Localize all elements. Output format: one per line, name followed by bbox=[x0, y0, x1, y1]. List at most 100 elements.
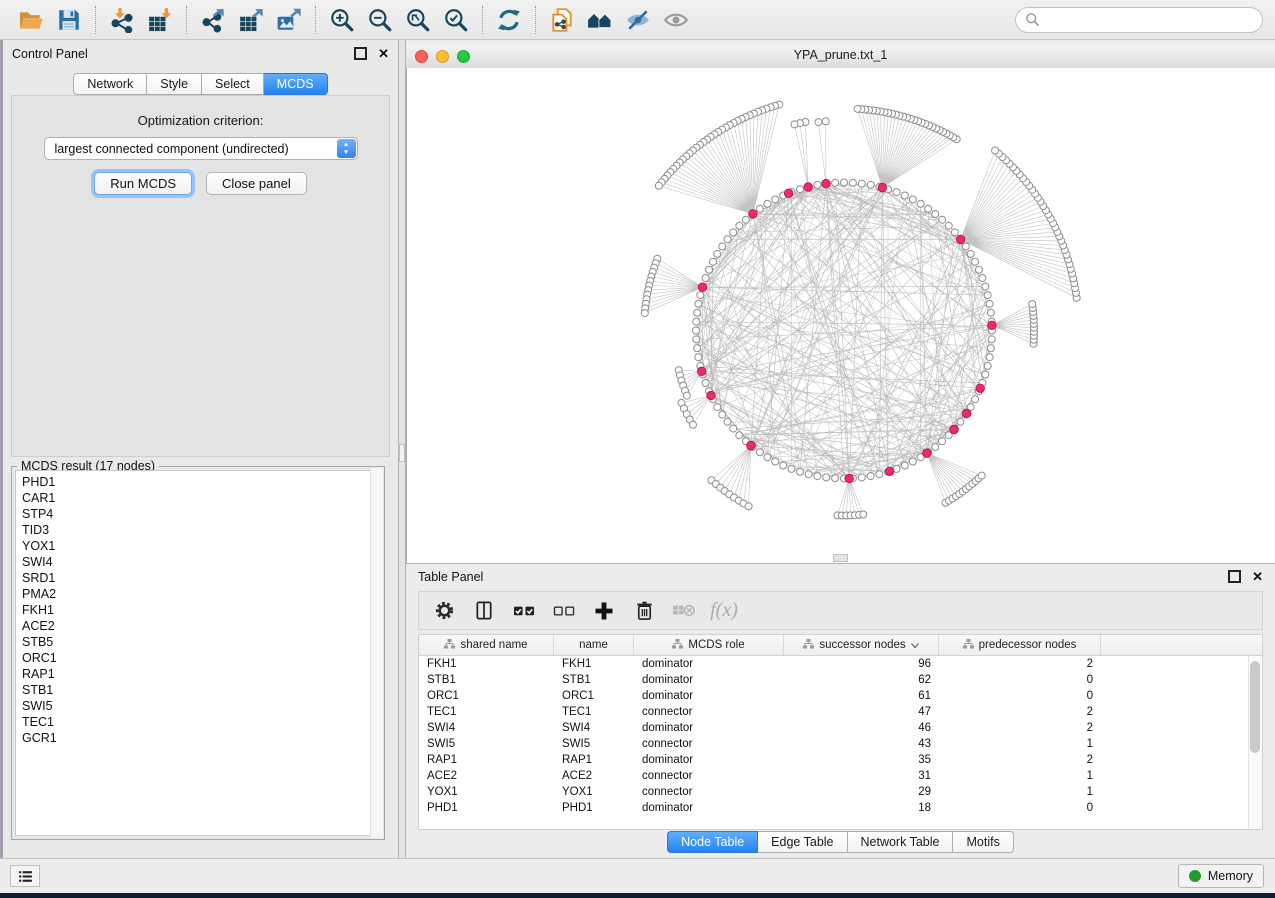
splitter-handle[interactable] bbox=[399, 444, 405, 462]
cell-mcds_role[interactable]: dominator bbox=[634, 674, 784, 686]
result-node-item[interactable]: GCR1 bbox=[22, 730, 380, 746]
first-neighbors-icon[interactable] bbox=[581, 4, 619, 36]
result-node-item[interactable]: FKH1 bbox=[22, 602, 380, 618]
cell-successor_nodes[interactable]: 46 bbox=[784, 722, 939, 734]
cell-name[interactable]: SWI5 bbox=[554, 738, 634, 750]
column-header-successor-nodes[interactable]: successor nodes bbox=[784, 635, 939, 655]
close-panel-icon[interactable]: ✕ bbox=[378, 47, 389, 60]
result-node-item[interactable]: PHD1 bbox=[22, 474, 380, 490]
close-panel-button[interactable]: Close panel bbox=[206, 172, 307, 195]
table-row-SWI5[interactable]: SWI5SWI5connector431 bbox=[419, 736, 1262, 752]
cell-name[interactable]: ACE2 bbox=[554, 770, 634, 782]
task-history-button[interactable] bbox=[10, 865, 40, 887]
vertical-splitter[interactable] bbox=[398, 40, 406, 858]
cell-mcds_role[interactable]: dominator bbox=[634, 690, 784, 702]
run-mcds-button[interactable]: Run MCDS bbox=[94, 172, 192, 195]
open-file-icon[interactable] bbox=[12, 4, 50, 36]
cell-name[interactable]: YOX1 bbox=[554, 786, 634, 798]
canvas-splitter-handle[interactable] bbox=[833, 554, 848, 562]
add-row-icon[interactable] bbox=[589, 596, 619, 626]
memory-button[interactable]: Memory bbox=[1178, 864, 1264, 888]
table-row-RAP1[interactable]: RAP1RAP1dominator352 bbox=[419, 752, 1262, 768]
zoom-out-icon[interactable] bbox=[361, 4, 399, 36]
cell-successor_nodes[interactable]: 62 bbox=[784, 674, 939, 686]
zoom-fit-icon[interactable] bbox=[399, 4, 437, 36]
table-row-SWI4[interactable]: SWI4SWI4dominator462 bbox=[419, 720, 1262, 736]
cell-mcds_role[interactable]: connector bbox=[634, 770, 784, 782]
zoom-selected-icon[interactable] bbox=[437, 4, 475, 36]
table-scrollbar[interactable] bbox=[1248, 656, 1262, 829]
refresh-view-icon[interactable] bbox=[490, 4, 528, 36]
cell-predecessor_nodes[interactable]: 0 bbox=[939, 802, 1101, 814]
cell-mcds_role[interactable]: dominator bbox=[634, 658, 784, 670]
result-node-item[interactable]: TEC1 bbox=[22, 714, 380, 730]
result-node-item[interactable]: RAP1 bbox=[22, 666, 380, 682]
search-box[interactable] bbox=[1015, 7, 1263, 33]
cell-predecessor_nodes[interactable]: 1 bbox=[939, 786, 1101, 798]
toggle-column-icon[interactable] bbox=[469, 596, 499, 626]
column-header-predecessor-nodes[interactable]: predecessor nodes bbox=[939, 635, 1101, 655]
cell-name[interactable]: ORC1 bbox=[554, 690, 634, 702]
cell-successor_nodes[interactable]: 29 bbox=[784, 786, 939, 798]
cell-name[interactable]: FKH1 bbox=[554, 658, 634, 670]
float-panel-icon[interactable] bbox=[354, 47, 367, 60]
cell-predecessor_nodes[interactable]: 1 bbox=[939, 738, 1101, 750]
result-node-item[interactable]: STB1 bbox=[22, 682, 380, 698]
cell-shared_name[interactable]: ACE2 bbox=[419, 770, 554, 782]
show-all-icon[interactable] bbox=[657, 4, 695, 36]
cell-shared_name[interactable]: YOX1 bbox=[419, 786, 554, 798]
cell-shared_name[interactable]: SWI5 bbox=[419, 738, 554, 750]
select-all-icon[interactable] bbox=[509, 596, 539, 626]
cell-name[interactable]: SWI4 bbox=[554, 722, 634, 734]
cell-successor_nodes[interactable]: 47 bbox=[784, 706, 939, 718]
table-row-ACE2[interactable]: ACE2ACE2connector311 bbox=[419, 768, 1262, 784]
clone-network-icon[interactable] bbox=[543, 4, 581, 36]
close-table-panel-icon[interactable]: ✕ bbox=[1252, 570, 1263, 583]
cell-mcds_role[interactable]: dominator bbox=[634, 754, 784, 766]
cell-shared_name[interactable]: FKH1 bbox=[419, 658, 554, 670]
cell-shared_name[interactable]: ORC1 bbox=[419, 690, 554, 702]
network-canvas[interactable] bbox=[406, 68, 1275, 563]
cell-predecessor_nodes[interactable]: 0 bbox=[939, 690, 1101, 702]
cell-shared_name[interactable]: RAP1 bbox=[419, 754, 554, 766]
settings-gear-icon[interactable] bbox=[429, 596, 459, 626]
deselect-all-icon[interactable] bbox=[549, 596, 579, 626]
float-table-panel-icon[interactable] bbox=[1228, 570, 1241, 583]
export-image-icon[interactable] bbox=[270, 4, 308, 36]
table-row-YOX1[interactable]: YOX1YOX1connector291 bbox=[419, 784, 1262, 800]
save-session-icon[interactable] bbox=[50, 4, 88, 36]
cell-predecessor_nodes[interactable]: 2 bbox=[939, 658, 1101, 670]
delete-table-icon[interactable] bbox=[669, 596, 699, 626]
result-node-item[interactable]: ACE2 bbox=[22, 618, 380, 634]
table-row-PHD1[interactable]: PHD1PHD1dominator180 bbox=[419, 800, 1262, 816]
tab-network[interactable]: Network bbox=[73, 73, 147, 95]
column-header-name[interactable]: name bbox=[554, 635, 634, 655]
cell-mcds_role[interactable]: connector bbox=[634, 786, 784, 798]
result-node-item[interactable]: SWI4 bbox=[22, 554, 380, 570]
table-row-ORC1[interactable]: ORC1ORC1dominator610 bbox=[419, 688, 1262, 704]
cell-shared_name[interactable]: STB1 bbox=[419, 674, 554, 686]
tab-select[interactable]: Select bbox=[202, 73, 264, 95]
cell-shared_name[interactable]: PHD1 bbox=[419, 802, 554, 814]
result-node-item[interactable]: ORC1 bbox=[22, 650, 380, 666]
tab-edge-table[interactable]: Edge Table bbox=[758, 831, 847, 853]
cell-successor_nodes[interactable]: 43 bbox=[784, 738, 939, 750]
hide-selected-icon[interactable] bbox=[619, 4, 657, 36]
cell-predecessor_nodes[interactable]: 0 bbox=[939, 674, 1101, 686]
result-node-item[interactable]: STB5 bbox=[22, 634, 380, 650]
cell-mcds_role[interactable]: connector bbox=[634, 706, 784, 718]
result-node-item[interactable]: TID3 bbox=[22, 522, 380, 538]
cell-predecessor_nodes[interactable]: 2 bbox=[939, 706, 1101, 718]
cell-mcds_role[interactable]: connector bbox=[634, 738, 784, 750]
export-table-icon[interactable] bbox=[232, 4, 270, 36]
result-node-item[interactable]: YOX1 bbox=[22, 538, 380, 554]
result-node-item[interactable]: PMA2 bbox=[22, 586, 380, 602]
delete-row-icon[interactable] bbox=[629, 596, 659, 626]
result-node-item[interactable]: CAR1 bbox=[22, 490, 380, 506]
result-node-item[interactable]: SWI5 bbox=[22, 698, 380, 714]
import-network-icon[interactable] bbox=[103, 4, 141, 36]
result-node-item[interactable]: SRD1 bbox=[22, 570, 380, 586]
tab-style[interactable]: Style bbox=[147, 73, 202, 95]
column-header-MCDS-role[interactable]: MCDS role bbox=[634, 635, 784, 655]
cell-successor_nodes[interactable]: 61 bbox=[784, 690, 939, 702]
